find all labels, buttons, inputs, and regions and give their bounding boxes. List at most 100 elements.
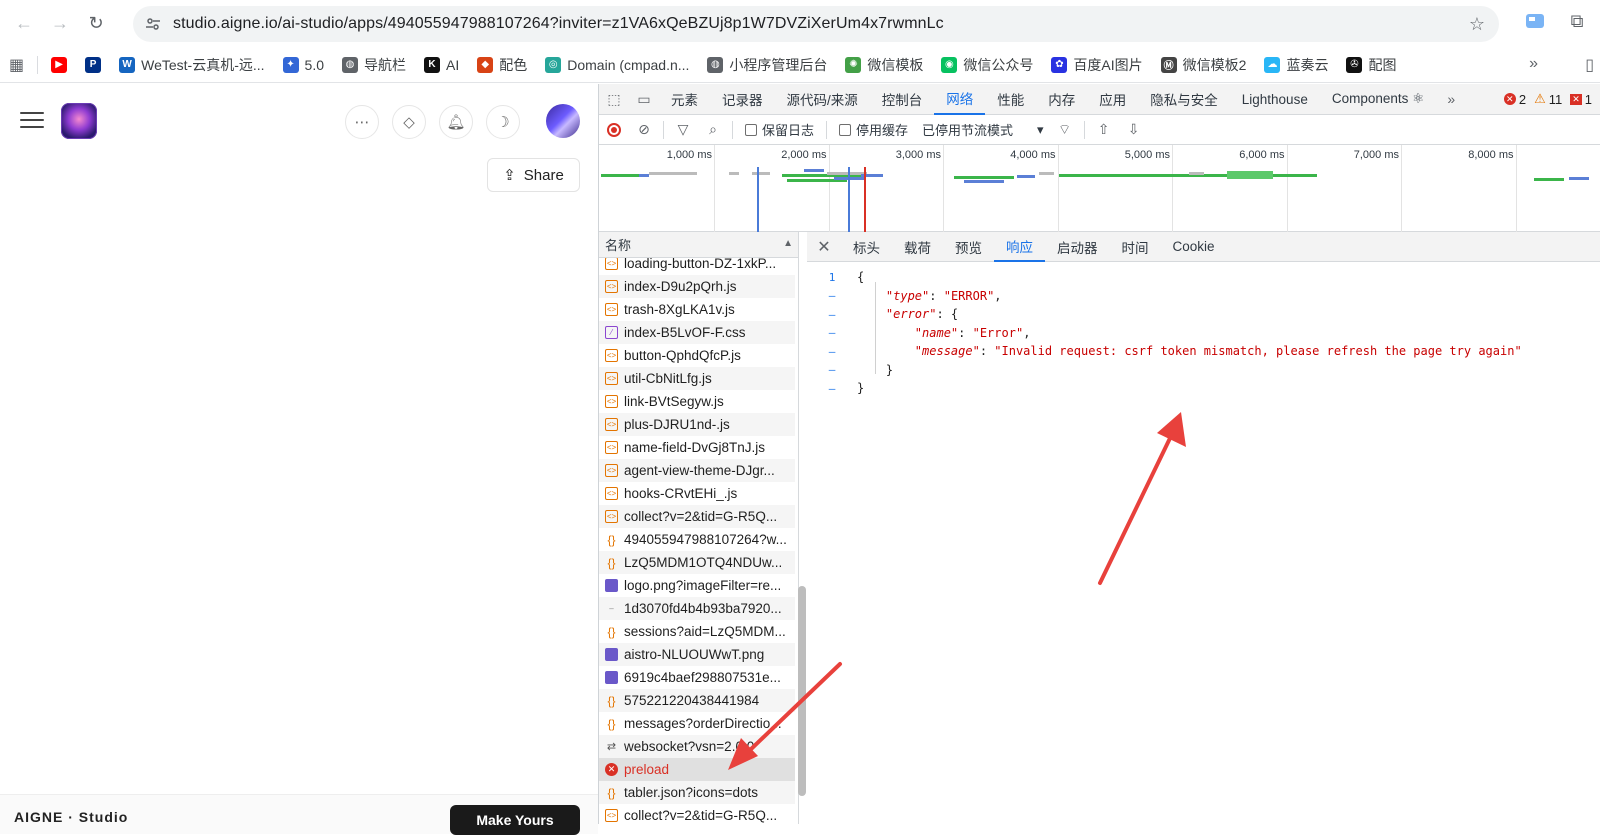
extensions-puzzle-icon[interactable]: ⧉: [1564, 8, 1590, 34]
search-icon[interactable]: ⌕: [698, 121, 728, 138]
inspect-element-icon[interactable]: ⬚: [599, 91, 629, 108]
devtools-tab[interactable]: 性能: [985, 84, 1036, 115]
devtools-tab[interactable]: 应用: [1087, 84, 1138, 115]
more-tabs-icon[interactable]: »: [1436, 91, 1466, 107]
bookmarks-divider: [37, 55, 39, 74]
reload-button[interactable]: ↻: [78, 6, 114, 42]
dark-mode-icon[interactable]: ☽: [486, 105, 520, 139]
more-bookmarks-icon[interactable]: »: [1529, 55, 1538, 73]
request-row[interactable]: logo.png?imageFilter=re...: [599, 574, 795, 597]
diamond-icon[interactable]: ◇: [392, 105, 426, 139]
detail-tab[interactable]: 时间: [1110, 232, 1161, 262]
issue-counters[interactable]: ✕ 2 ⚠ 11 ✕ 1: [1503, 91, 1592, 107]
request-row[interactable]: <> collect?v=2&tid=G-R5Q...: [599, 804, 795, 824]
network-conditions-icon[interactable]: ⌔: [1050, 121, 1080, 139]
devtools-tab[interactable]: 控制台: [870, 84, 935, 115]
clear-icon[interactable]: ⊘: [629, 121, 659, 138]
devtools-tab[interactable]: 网络: [934, 84, 986, 115]
request-row[interactable]: <> util-CbNitLfg.js: [599, 367, 795, 390]
request-list-scrollbar[interactable]: [798, 586, 806, 796]
request-row[interactable]: <> trash-8XgLKA1v.js: [599, 298, 795, 321]
extension-app-icon[interactable]: [1522, 8, 1548, 34]
request-row[interactable]: <> agent-view-theme-DJgr...: [599, 459, 795, 482]
user-avatar[interactable]: [546, 104, 580, 138]
request-row[interactable]: <> link-BVtSegyw.js: [599, 390, 795, 413]
bookmark-item[interactable]: ✿ 百度AI图片: [1042, 55, 1151, 75]
url-text[interactable]: studio.aigne.io/ai-studio/apps/494055947…: [173, 15, 944, 33]
devtools-tab[interactable]: 记录器: [710, 84, 775, 115]
bookmark-item[interactable]: W WeTest-云真机-远...: [110, 55, 273, 75]
request-row[interactable]: <> hooks-CRvtEHi_.js: [599, 482, 795, 505]
request-row[interactable]: {} tabler.json?icons=dots: [599, 781, 795, 804]
request-row[interactable]: {} sessions?aid=LzQ5MDM...: [599, 620, 795, 643]
disable-cache-checkbox[interactable]: 停用缓存: [839, 120, 908, 139]
timeline-gridline: [1515, 145, 1517, 232]
preserve-log-checkbox[interactable]: 保留日志: [745, 120, 814, 139]
request-row[interactable]: aistro-NLUOUWwT.png: [599, 643, 795, 666]
devtools-tab-list: 元素 记录器 源代码/来源 控制台 网络 性能 内存 应用 隐私与安全 Lighthouse Com…: [659, 84, 1436, 115]
detail-tab[interactable]: 预览: [943, 232, 994, 262]
bookmark-item[interactable]: K AI: [415, 56, 468, 73]
devtools-tab[interactable]: 隐私与安全: [1138, 84, 1230, 115]
bookmark-item[interactable]: ◍ 小程序管理后台: [698, 55, 836, 75]
devtools-tab[interactable]: 源代码/来源: [775, 84, 870, 115]
more-options-icon[interactable]: ⋯: [345, 105, 379, 139]
menu-icon[interactable]: [20, 112, 44, 130]
export-har-icon[interactable]: ⇩: [1119, 121, 1149, 138]
bookmark-item[interactable]: ◍ 导航栏: [333, 55, 415, 75]
bookmark-item[interactable]: P: [76, 56, 110, 73]
bell-icon[interactable]: 🔔︎: [439, 105, 473, 139]
address-bar[interactable]: studio.aigne.io/ai-studio/apps/494055947…: [133, 6, 1499, 42]
name-column-header[interactable]: 名称 ▲: [599, 232, 798, 258]
timeline-bar: [1189, 172, 1204, 175]
bookmark-star-icon[interactable]: ☆: [1469, 14, 1485, 35]
request-row[interactable]: ⁄ index-B5LvOF-F.css: [599, 321, 795, 344]
devtools-tab[interactable]: Lighthouse: [1230, 84, 1320, 115]
request-row[interactable]: ✕ preload: [599, 758, 795, 781]
throttle-select[interactable]: 已停用节流模式 ▾: [922, 120, 1044, 139]
apps-grid-icon[interactable]: ▦: [0, 55, 33, 75]
bookmark-item[interactable]: ☁ 蓝奏云: [1255, 55, 1337, 75]
bookmark-item[interactable]: ✺ 微信模板: [836, 55, 932, 75]
request-row[interactable]: {} LzQ5MDM1OTQ4NDUw...: [599, 551, 795, 574]
detail-tab[interactable]: 响应: [994, 232, 1045, 262]
detail-tab[interactable]: 载荷: [892, 232, 943, 262]
request-row[interactable]: {} messages?orderDirectio...: [599, 712, 795, 735]
share-button[interactable]: ⇪ Share: [487, 158, 580, 192]
request-row[interactable]: <> plus-DJRU1nd-.js: [599, 413, 795, 436]
record-icon[interactable]: [599, 122, 629, 137]
request-row[interactable]: {} 494055947988107264?w...: [599, 528, 795, 551]
devtools-tab[interactable]: Components ⚛: [1320, 84, 1436, 115]
app-logo[interactable]: [61, 103, 97, 139]
request-row[interactable]: <> button-QphdQfcP.js: [599, 344, 795, 367]
request-row[interactable]: <> name-field-DvGj8TnJ.js: [599, 436, 795, 459]
request-row[interactable]: ⇄ websocket?vsn=2.0.0: [599, 735, 795, 758]
site-settings-icon[interactable]: [133, 16, 173, 32]
request-row[interactable]: {} 575221220438441984: [599, 689, 795, 712]
request-row[interactable]: <> collect?v=2&tid=G-R5Q...: [599, 505, 795, 528]
bookmark-item[interactable]: ✦ 5.0: [274, 56, 333, 73]
import-har-icon[interactable]: ⇧: [1089, 121, 1119, 138]
bookmark-item[interactable]: ◆ 配色: [468, 55, 536, 75]
detail-tab[interactable]: Cookie: [1161, 232, 1227, 262]
devtools-tab[interactable]: 元素: [659, 84, 710, 115]
filter-icon[interactable]: ▽: [668, 121, 698, 138]
bookmark-item[interactable]: ◉ 微信公众号: [932, 55, 1042, 75]
close-detail-icon[interactable]: ✕: [807, 237, 841, 257]
forward-button[interactable]: →: [42, 6, 78, 42]
devtools-tab[interactable]: 内存: [1036, 84, 1087, 115]
make-yours-button[interactable]: Make Yours: [450, 805, 580, 835]
request-row[interactable]: – 1d3070fd4b4b93ba7920...: [599, 597, 795, 620]
bookmark-item[interactable]: ✇ 配图: [1337, 55, 1405, 75]
network-overview-timeline[interactable]: 1,000 ms 2,000 ms 3,000 ms 4,000 ms 5,000 ms…: [599, 145, 1600, 232]
request-row[interactable]: 6919c4baef298807531e...: [599, 666, 795, 689]
detail-tab[interactable]: 标头: [841, 232, 892, 262]
bookmark-item[interactable]: Ⓜ 微信模板2: [1152, 55, 1256, 75]
side-panel-icon[interactable]: ▯: [1585, 55, 1594, 75]
request-row[interactable]: <> index-D9u2pQrh.js: [599, 275, 795, 298]
detail-tab[interactable]: 启动器: [1045, 232, 1110, 262]
bookmark-item[interactable]: ◎ Domain (cmpad.n...: [536, 56, 698, 73]
back-button[interactable]: ←: [6, 6, 42, 42]
bookmark-item[interactable]: ▶: [42, 56, 76, 73]
device-toolbar-icon[interactable]: ▭: [629, 91, 659, 108]
